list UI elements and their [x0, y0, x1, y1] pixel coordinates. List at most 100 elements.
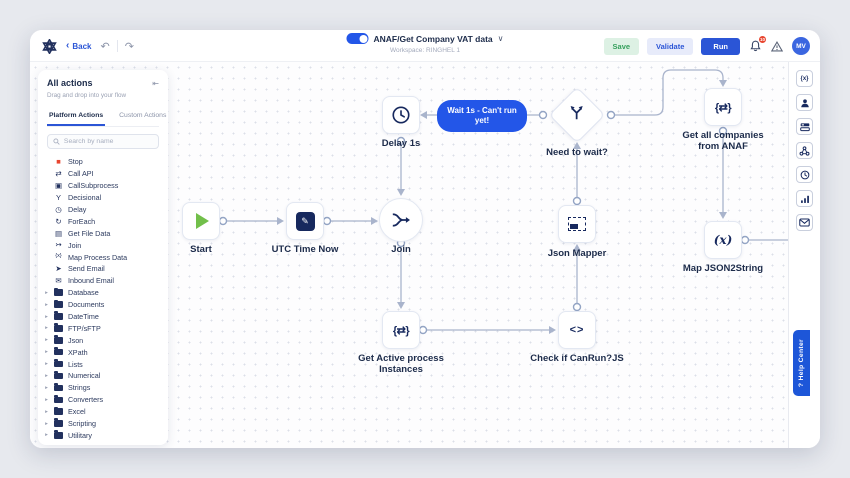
folder-icon — [54, 337, 63, 344]
sidebar-item-documents[interactable]: ▸Documents — [44, 299, 162, 311]
node-label: Need to wait? — [529, 147, 625, 158]
collapse-panel-icon[interactable]: ⇤ — [152, 79, 159, 88]
expand-caret-icon[interactable]: ▸ — [44, 432, 49, 438]
sidebar-item-datetime[interactable]: ▸DateTime — [44, 311, 162, 323]
sidebar-item-utilitary[interactable]: ▸Utilitary — [44, 429, 162, 441]
app-window: ‹ Back ↶ ↷ ANAF/Get Company VAT data ∨ W… — [30, 30, 820, 448]
sidebar-item-get-file-data[interactable]: ▤Get File Data — [44, 227, 162, 239]
sidebar-item-send-email[interactable]: ➤Send Email — [44, 263, 162, 275]
sidebar-item-strings[interactable]: ▸ Strings — [44, 382, 162, 394]
app-logo-icon — [42, 39, 57, 54]
foreach-icon: ↻ — [54, 218, 63, 226]
folder-icon — [54, 289, 63, 296]
history-icon[interactable] — [796, 166, 813, 183]
search-input[interactable] — [64, 138, 153, 145]
node-get-active-process-instances[interactable]: {⇄} — [382, 311, 420, 349]
node-need-to-wait[interactable] — [557, 95, 597, 135]
expand-caret-icon[interactable]: ▸ — [44, 373, 49, 379]
tab-custom-actions[interactable]: Custom Actions — [117, 108, 168, 126]
inbound-email-icon: ✉ — [54, 277, 63, 285]
sidebar-item-label: Lists — [68, 360, 83, 369]
sidebar-item-label: Converters — [68, 395, 103, 404]
notifications-bell-icon[interactable]: 10 — [748, 39, 762, 53]
node-label: Get Active process Instances — [353, 353, 449, 375]
sidebar-item-label: Inbound Email — [68, 276, 114, 285]
clock-icon — [391, 105, 411, 125]
tab-platform-actions[interactable]: Platform Actions — [47, 108, 105, 126]
map-data-icon: {x} — [54, 254, 63, 260]
node-start[interactable] — [182, 202, 220, 240]
sidebar-item-decisional[interactable]: YDecisional — [44, 192, 162, 204]
variables-icon[interactable]: {x} — [796, 70, 813, 87]
node-check-if-canrun-js[interactable]: <> — [558, 311, 596, 349]
expand-caret-icon[interactable]: ▸ — [44, 302, 49, 308]
flow-title: ANAF/Get Company VAT data — [373, 34, 492, 44]
board-icon[interactable] — [796, 118, 813, 135]
node-map-json2string[interactable]: (x) — [704, 221, 742, 259]
folder-icon — [54, 361, 63, 368]
sidebar-item-foreach[interactable]: ↻ForEach — [44, 215, 162, 227]
save-button[interactable]: Save — [604, 38, 640, 55]
sidebar-item-excel[interactable]: ▸Excel — [44, 406, 162, 418]
expand-caret-icon[interactable]: ▸ — [44, 385, 49, 391]
sidebar-item-stop[interactable]: ■Stop — [44, 156, 162, 168]
sidebar-item-callsubprocess[interactable]: ▣CallSubprocess — [44, 180, 162, 192]
sidebar-item-label: Delay — [68, 205, 86, 214]
folder-icon — [54, 349, 63, 356]
sidebar-item-join[interactable]: ↣ Join — [44, 239, 162, 251]
sidebar-item-label: Scripting — [68, 419, 96, 428]
sidebar-item-scripting[interactable]: ▸ Scripting — [44, 418, 162, 430]
redo-icon[interactable]: ↷ — [125, 40, 134, 53]
sidebar-item-inbound-email[interactable]: ✉ Inbound Email — [44, 275, 162, 287]
expand-caret-icon[interactable]: ▸ — [44, 421, 49, 427]
sidebar-item-converters[interactable]: ▸ Converters — [44, 394, 162, 406]
workspace-label: Workspace: RINGHEL 1 — [346, 47, 503, 54]
call-api-icon: ⇄ — [54, 170, 63, 178]
join-icon: ↣ — [54, 241, 63, 249]
avatar[interactable]: MV — [792, 37, 810, 55]
notification-badge: 10 — [759, 36, 766, 43]
back-button[interactable]: ‹ Back — [66, 41, 91, 51]
mail-icon[interactable] — [796, 214, 813, 231]
validate-button[interactable]: Validate — [647, 38, 693, 55]
expand-caret-icon[interactable]: ▸ — [44, 409, 49, 415]
user-icon[interactable] — [796, 94, 813, 111]
run-button[interactable]: Run — [701, 38, 740, 55]
sidebar-item-label: Strings — [68, 383, 90, 392]
folder-icon — [54, 373, 63, 380]
expand-caret-icon[interactable]: ▸ — [44, 337, 49, 343]
flow-enabled-toggle[interactable] — [346, 33, 368, 44]
decisional-icon: Y — [54, 194, 63, 202]
expand-caret-icon[interactable]: ▸ — [44, 325, 49, 331]
expand-caret-icon[interactable]: ▸ — [44, 361, 49, 367]
sidebar-item-json[interactable]: ▸Json — [44, 334, 162, 346]
sidebar-item-map-process-data[interactable]: {x}Map Process Data — [44, 251, 162, 263]
expand-caret-icon[interactable]: ▸ — [44, 290, 49, 296]
node-utc-time-now[interactable]: ✎ — [286, 202, 324, 240]
expand-caret-icon[interactable]: ▸ — [44, 349, 49, 355]
sidebar-item-delay[interactable]: ◷Delay — [44, 204, 162, 216]
stats-icon[interactable] — [796, 190, 813, 207]
help-center-tab[interactable]: ? Help Center — [793, 330, 810, 396]
node-delay-1s[interactable] — [382, 96, 420, 134]
warning-triangle-icon[interactable] — [770, 39, 784, 53]
node-get-all-companies-from-anaf[interactable]: {⇄} — [704, 88, 742, 126]
sidebar-item-numerical[interactable]: ▸Numerical — [44, 370, 162, 382]
folder-icon — [54, 385, 63, 392]
undo-icon[interactable]: ↶ — [100, 40, 109, 53]
network-icon[interactable] — [796, 142, 813, 159]
node-json-mapper[interactable] — [558, 205, 596, 243]
braces-icon: {⇄} — [715, 101, 731, 114]
sidebar-item-ftp-sftp[interactable]: ▸FTP/sFTP — [44, 322, 162, 334]
sidebar-item-call-api[interactable]: ⇄Call API — [44, 168, 162, 180]
sidebar-item-lists[interactable]: ▸ Lists — [44, 358, 162, 370]
folder-icon — [54, 325, 63, 332]
sidebar-item-database[interactable]: ▸Database — [44, 287, 162, 299]
expand-caret-icon[interactable]: ▸ — [44, 397, 49, 403]
sidebar-item-xpath[interactable]: ▸XPath — [44, 346, 162, 358]
chevron-left-icon: ‹ — [66, 41, 69, 51]
sidebar-item-label: Join — [68, 241, 81, 250]
expand-caret-icon[interactable]: ▸ — [44, 314, 49, 320]
chevron-down-icon[interactable]: ∨ — [498, 34, 504, 43]
node-join[interactable] — [379, 198, 423, 242]
